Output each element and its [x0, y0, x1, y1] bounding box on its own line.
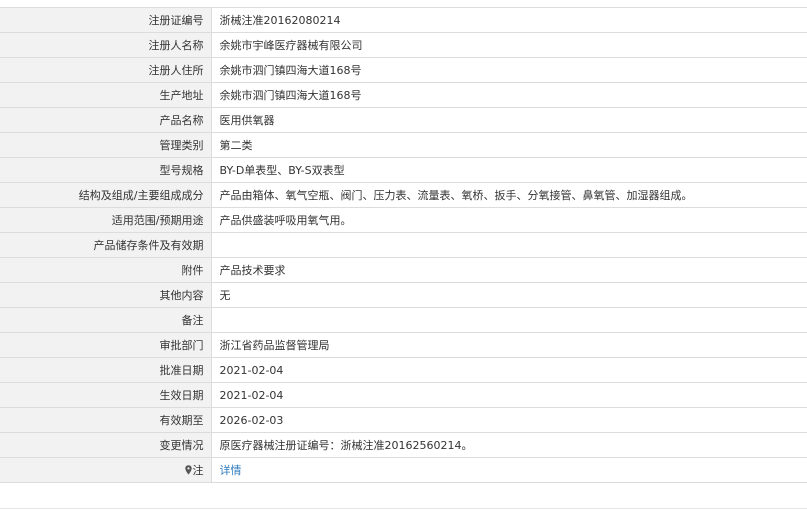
row-label: 变更情况: [0, 432, 212, 458]
row-label: 注册人住所: [0, 57, 212, 83]
row-label: 生产地址: [0, 82, 212, 108]
table-row: 注册人住所 余姚市泗门镇四海大道168号: [0, 57, 807, 83]
table-row: 变更情况 原医疗器械注册证编号：浙械注准20162560214。: [0, 432, 807, 458]
row-value: 第二类: [211, 132, 807, 158]
map-pin-icon: [184, 465, 192, 478]
row-label: 管理类别: [0, 132, 212, 158]
row-value: 产品由箱体、氧气空瓶、阀门、压力表、流量表、氧桥、扳手、分氧接管、鼻氧管、加湿器…: [211, 182, 807, 208]
row-value: BY-D单表型、BY-S双表型: [211, 157, 807, 183]
details-link[interactable]: 详情: [220, 464, 242, 477]
row-value: 浙械注准20162080214: [211, 7, 807, 33]
table-row: 适用范围/预期用途 产品供盛装呼吸用氧气用。: [0, 207, 807, 233]
row-label: 适用范围/预期用途: [0, 207, 212, 233]
row-label: 结构及组成/主要组成成分: [0, 182, 212, 208]
row-label: 产品储存条件及有效期: [0, 232, 212, 258]
table-row: 备注: [0, 307, 807, 333]
row-value: 余姚市宇峰医疗器械有限公司: [211, 32, 807, 58]
row-value: 原医疗器械注册证编号：浙械注准20162560214。: [211, 432, 807, 458]
row-value: 无: [211, 282, 807, 308]
row-value: [211, 307, 807, 333]
table-row: 管理类别 第二类: [0, 132, 807, 158]
row-label: 有效期至: [0, 407, 212, 433]
table-row: 其他内容 无: [0, 282, 807, 308]
table-row: 结构及组成/主要组成成分 产品由箱体、氧气空瓶、阀门、压力表、流量表、氧桥、扳手…: [0, 182, 807, 208]
table-row: 产品储存条件及有效期: [0, 232, 807, 258]
row-label: 生效日期: [0, 382, 212, 408]
note-label: 注: [0, 457, 212, 483]
row-label: 注册人名称: [0, 32, 212, 58]
row-value: 医用供氧器: [211, 107, 807, 133]
table-row: 有效期至 2026-02-03: [0, 407, 807, 433]
row-label: 产品名称: [0, 107, 212, 133]
table-row: 注册人名称 余姚市宇峰医疗器械有限公司: [0, 32, 807, 58]
row-label: 其他内容: [0, 282, 212, 308]
table-row: 产品名称 医用供氧器: [0, 107, 807, 133]
table-row: 附件 产品技术要求: [0, 257, 807, 283]
row-label: 附件: [0, 257, 212, 283]
table-row: 审批部门 浙江省药品监督管理局: [0, 332, 807, 358]
row-value: 2026-02-03: [211, 407, 807, 433]
row-value: 产品供盛装呼吸用氧气用。: [211, 207, 807, 233]
table-row: 生效日期 2021-02-04: [0, 382, 807, 408]
row-value: 产品技术要求: [211, 257, 807, 283]
note-label-text: 注: [192, 464, 204, 477]
row-value: 余姚市泗门镇四海大道168号: [211, 57, 807, 83]
note-value: 详情: [211, 457, 807, 483]
bottom-divider: [0, 508, 807, 509]
device-registration-detail: 注册证编号 浙械注准20162080214 注册人名称 余姚市宇峰医疗器械有限公…: [0, 0, 807, 510]
registration-detail-table: 注册证编号 浙械注准20162080214 注册人名称 余姚市宇峰医疗器械有限公…: [0, 7, 807, 483]
row-label: 备注: [0, 307, 212, 333]
row-label: 批准日期: [0, 357, 212, 383]
row-value: 余姚市泗门镇四海大道168号: [211, 82, 807, 108]
row-value: 2021-02-04: [211, 357, 807, 383]
row-value: 浙江省药品监督管理局: [211, 332, 807, 358]
table-row: 注册证编号 浙械注准20162080214: [0, 7, 807, 33]
row-label: 审批部门: [0, 332, 212, 358]
note-row: 注 详情: [0, 457, 807, 483]
table-row: 批准日期 2021-02-04: [0, 357, 807, 383]
row-value: 2021-02-04: [211, 382, 807, 408]
row-label: 型号规格: [0, 157, 212, 183]
row-label: 注册证编号: [0, 7, 212, 33]
table-row: 型号规格 BY-D单表型、BY-S双表型: [0, 157, 807, 183]
row-value: [211, 232, 807, 258]
table-row: 生产地址 余姚市泗门镇四海大道168号: [0, 82, 807, 108]
